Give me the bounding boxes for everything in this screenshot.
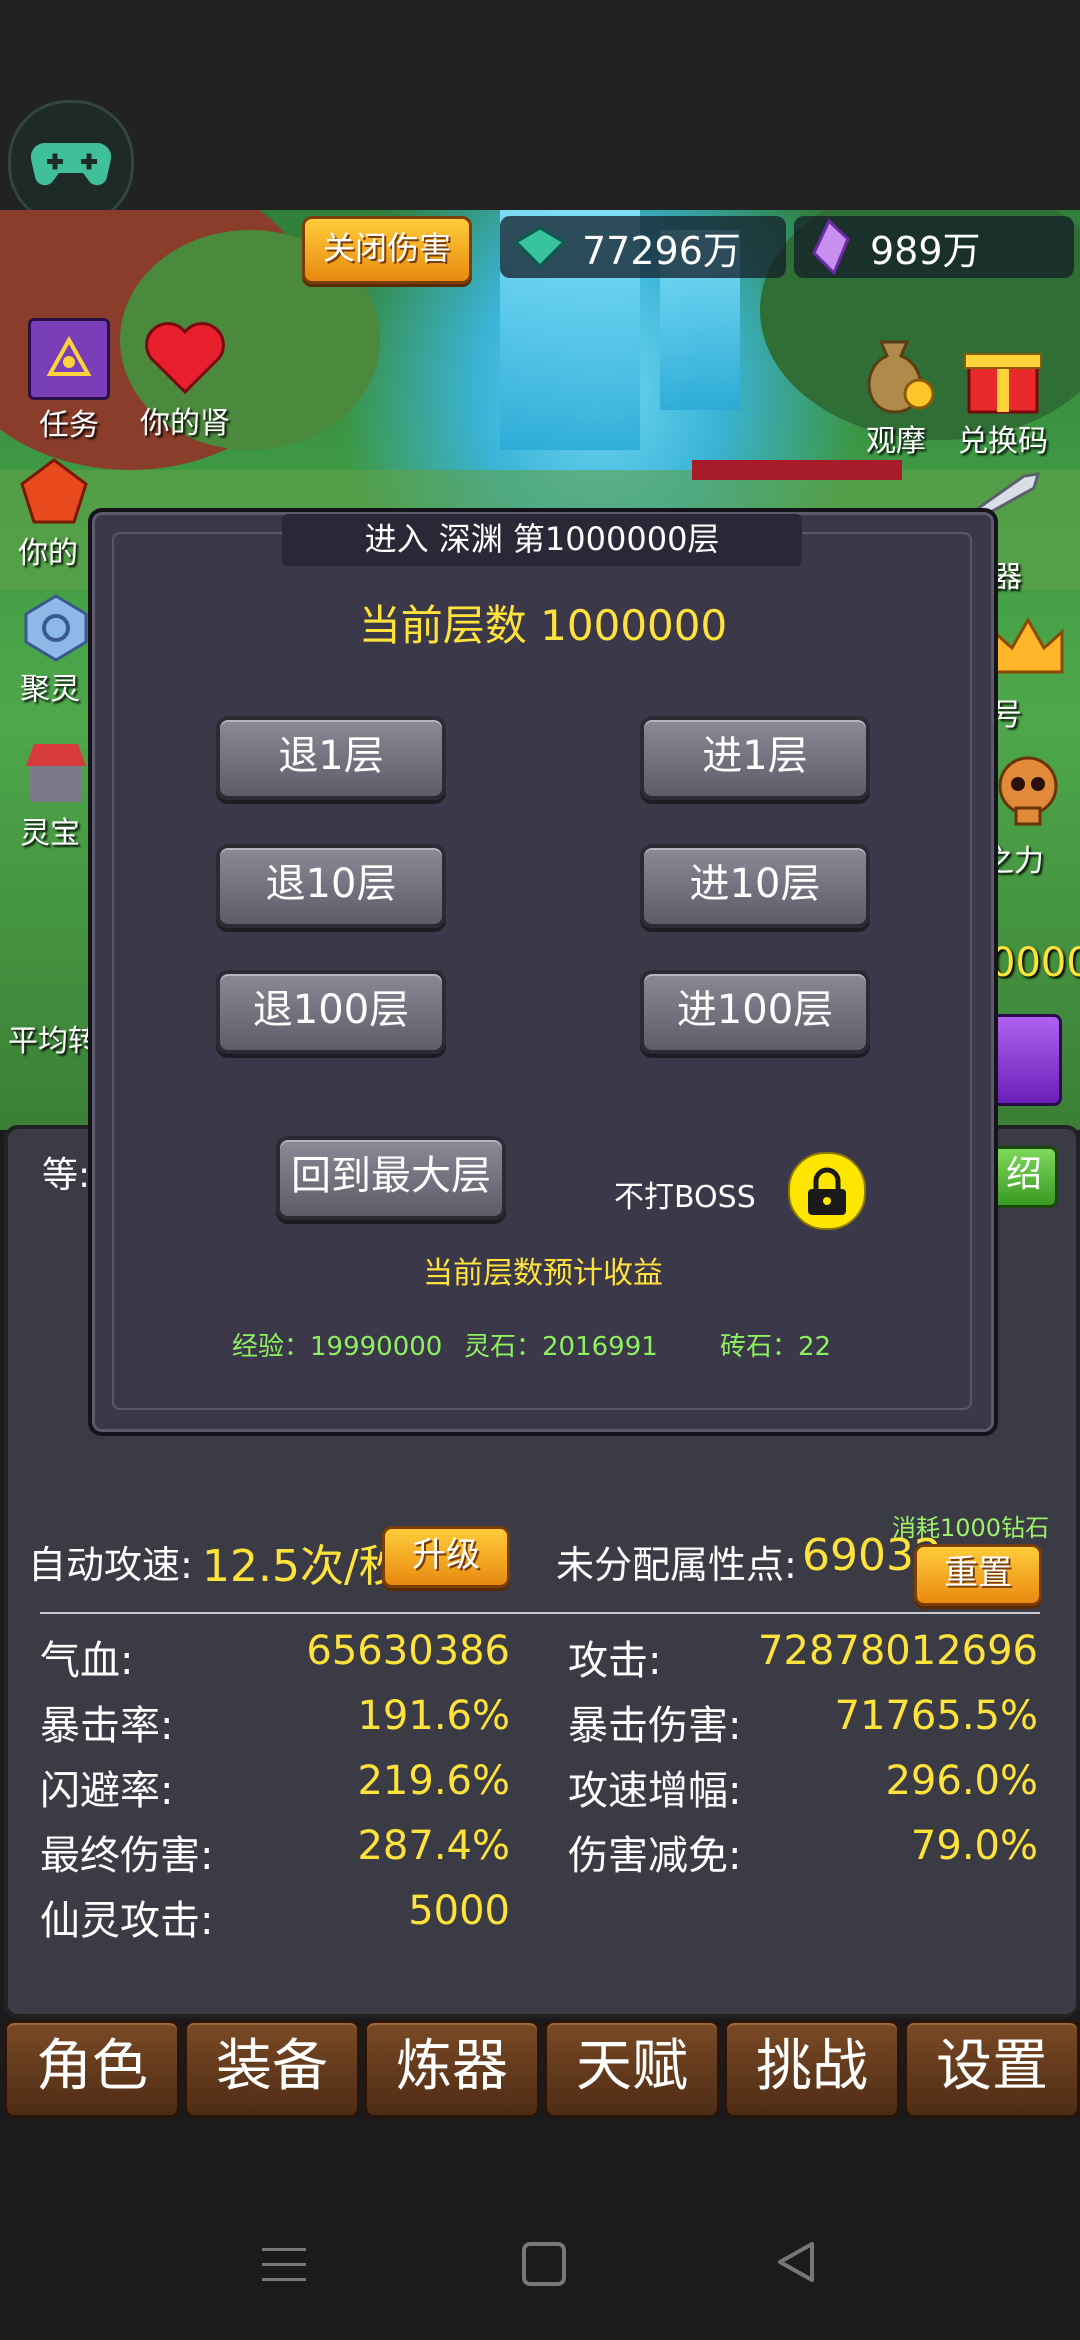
modal-title: 进入 深渊 第1000000层 [282,514,802,566]
income-title: 当前层数预计收益 [423,1256,663,1291]
heart-icon [140,318,230,398]
income-spirit-stone: 灵石：2016991 [464,1332,658,1362]
stats-grid: 气血: 65630386 攻击: 72878012696 暴击率: 191.6% 暴击伤害:… [40,1628,1040,1953]
divider [40,1612,1040,1614]
stat-value: 72878012696 [758,1628,1038,1674]
upgrade-button[interactable]: 升级 [382,1526,510,1588]
back-1-floor-button[interactable]: 退1层 [216,716,446,800]
enemy-hp-bar [692,460,902,480]
current-floor-text: 当前层数 1000000 [358,601,728,650]
stat-value: 287.4% [357,1823,510,1869]
tab-talent[interactable]: 天赋 [544,2020,720,2118]
kidney-label: 你的肾 [140,406,230,441]
abyss-modal: 进入 深渊 第1000000层 当前层数 1000000 退1层 进1层 退10… [88,508,998,1436]
tab-character[interactable]: 角色 [4,2020,180,2118]
gem-value: 77296万 [582,228,741,273]
gather-spirit-button[interactable]: 聚灵 [20,592,90,708]
stat-row: 暴击率: 191.6% 暴击伤害: 71765.5% [40,1693,1040,1758]
your-item-button[interactable]: 你的 [18,456,88,572]
gamepad-floating-button[interactable] [8,100,134,226]
gift-box-icon [958,332,1048,416]
auto-speed-label: 自动攻速: [28,1543,193,1587]
level-partial-label: 等: [42,1155,91,1196]
your-partial-label: 你的 [18,536,78,571]
tab-equipment[interactable]: 装备 [184,2020,360,2118]
number-partial-label: 0000 [990,940,1080,986]
treasure-partial-label: 灵宝 [20,816,80,851]
power-partial-label[interactable]: 之力 [984,836,1080,880]
system-nav-bar [0,2190,1080,2340]
stat-row: 仙灵攻击: 5000 [40,1888,1040,1953]
gem-counter: 77296万 [500,216,786,278]
task-book-icon [28,318,110,400]
title-partial-label[interactable]: 号 [992,690,1072,734]
tab-refine[interactable]: 炼器 [364,2020,540,2118]
unassigned-points-label: 未分配属性点: [556,1543,797,1587]
kidney-button[interactable]: 你的肾 [130,318,240,442]
stat-value: 191.6% [357,1693,510,1739]
income-brick: 砖石：22 [720,1332,832,1362]
money-bag-icon [851,332,941,416]
stat-value: 219.6% [357,1758,510,1804]
tab-settings[interactable]: 设置 [904,2020,1080,2118]
gamepad-icon [31,142,111,186]
treasure-button[interactable]: 灵宝 [20,736,90,852]
stat-value: 5000 [408,1888,510,1934]
shop-icon [20,736,92,808]
stat-row: 气血: 65630386 攻击: 72878012696 [40,1628,1040,1693]
crown-icon [988,612,1068,680]
stat-value: 71765.5% [834,1693,1038,1739]
crystal-value: 989万 [870,228,981,273]
intro-button-partial[interactable]: 绍 [990,1146,1058,1208]
no-boss-toggle[interactable] [788,1152,866,1230]
reset-cost-note: 消耗1000钻石 [892,1514,1050,1542]
redeem-code-button[interactable]: 兑换码 [948,332,1058,460]
no-boss-label: 不打BOSS [614,1180,756,1215]
gather-partial-label: 聚灵 [20,672,80,707]
auto-speed-value: 12.5次/秒 [202,1541,403,1592]
tab-challenge[interactable]: 挑战 [724,2020,900,2118]
back-nav-icon[interactable] [774,2240,818,2284]
red-gem-icon [18,456,90,528]
purple-crystal-icon [812,219,850,275]
return-max-floor-button[interactable]: 回到最大层 [276,1136,506,1220]
spiral-icon [20,592,92,664]
lock-icon [808,1167,846,1215]
observe-label: 观摩 [866,424,926,459]
task-button[interactable]: 任务 [24,318,114,444]
forward-100-floors-button[interactable]: 进100层 [640,970,870,1054]
stat-value: 296.0% [885,1758,1038,1804]
menu-nav-icon[interactable] [262,2244,306,2284]
task-label: 任务 [39,408,99,443]
stat-value: 65630386 [306,1628,510,1674]
forward-10-floors-button[interactable]: 进10层 [640,844,870,928]
income-exp: 经验：19990000 [232,1332,443,1362]
green-gem-icon [513,226,567,269]
weapon-partial-label[interactable]: 器 [992,552,1072,596]
stat-row: 闪避率: 219.6% 攻速增幅: 296.0% [40,1758,1040,1823]
redeem-label: 兑换码 [958,424,1048,459]
forward-1-floor-button[interactable]: 进1层 [640,716,870,800]
back-10-floors-button[interactable]: 退10层 [216,844,446,928]
crystal-counter: 989万 [794,216,1074,278]
close-damage-button[interactable]: 关闭伤害 [302,216,472,284]
observe-button[interactable]: 观摩 [846,332,946,460]
reset-button[interactable]: 重置 [914,1544,1042,1606]
top-blank-area [0,0,1080,210]
stat-row: 最终伤害: 287.4% 伤害减免: 79.0% [40,1823,1040,1888]
skull-icon [988,752,1068,832]
stat-value: 79.0% [910,1823,1038,1869]
back-100-floors-button[interactable]: 退100层 [216,970,446,1054]
home-nav-icon[interactable] [522,2242,566,2286]
purple-button-partial[interactable] [990,1014,1062,1106]
avg-partial-label: 平均转 [8,1024,98,1059]
